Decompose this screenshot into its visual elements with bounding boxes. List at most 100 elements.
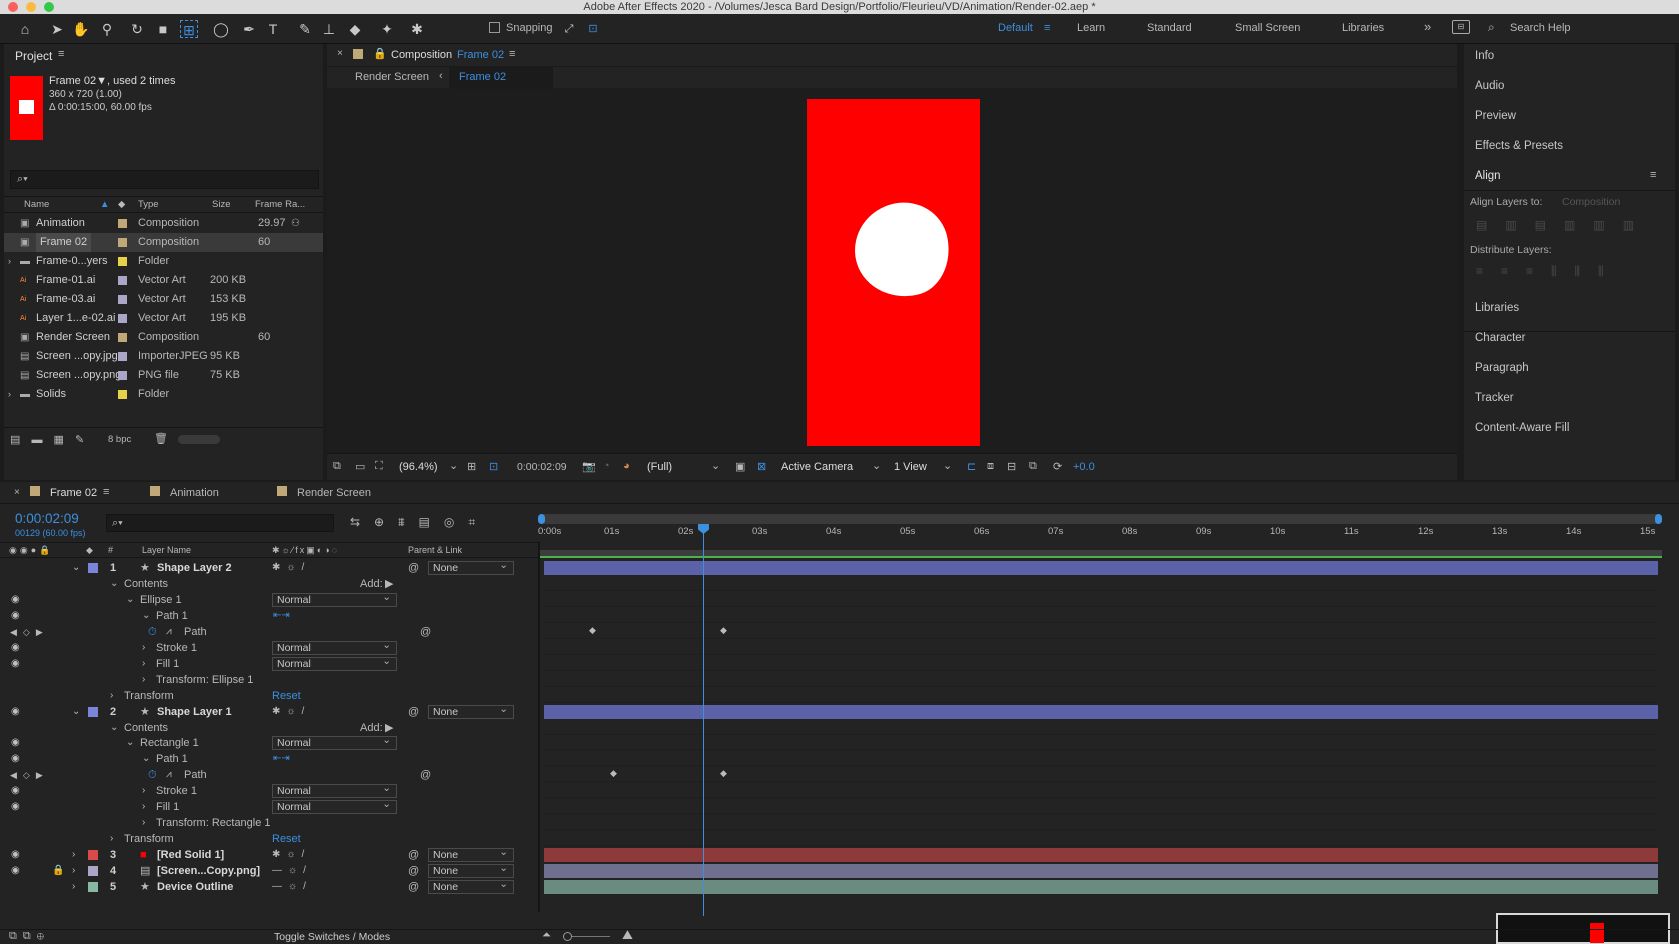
property-row[interactable]: ◉ ⌄ Path 1 ⇤⇥	[0, 751, 500, 767]
property-name[interactable]: Path 1	[156, 608, 188, 624]
pick-whip-icon[interactable]: @	[408, 863, 419, 879]
reset-exposure-icon[interactable]: ⟳	[1053, 460, 1062, 473]
layer-name[interactable]: Shape Layer 2	[157, 560, 232, 576]
project-row[interactable]: Ai Frame-01.ai Vector Art 200 KB	[4, 271, 323, 290]
property-row[interactable]: › Transform: Ellipse 1	[0, 672, 500, 688]
col-layer-name[interactable]: Layer Name	[142, 543, 191, 558]
property-row[interactable]: › Transform Reset	[0, 688, 500, 704]
add-icon[interactable]: ▶	[385, 720, 393, 736]
timeline-icon[interactable]: ⊟	[1007, 460, 1016, 473]
property-name[interactable]: Fill 1	[156, 656, 179, 672]
expand-chevron-icon[interactable]: ⌄	[126, 735, 134, 751]
timeline-search-input[interactable]: ⌕▾	[106, 514, 334, 532]
expand-chevron-icon[interactable]: ⌄	[142, 608, 150, 624]
visibility-eye-icon[interactable]: ◉	[11, 751, 20, 767]
property-name[interactable]: Transform	[124, 688, 174, 704]
pen-tool-icon[interactable]: ✒	[240, 20, 258, 38]
pick-whip-icon[interactable]: @	[408, 704, 419, 720]
workspace-menu-icon[interactable]: ≡	[1044, 22, 1050, 34]
breadcrumb-frame-02[interactable]: Frame 02	[459, 71, 506, 83]
project-item-name[interactable]: Screen ...opy.jpg	[36, 347, 118, 366]
parent-dropdown[interactable]: None	[428, 559, 514, 575]
property-name[interactable]: Fill 1	[156, 799, 179, 815]
add-icon[interactable]: ▶	[385, 576, 393, 592]
pick-whip-icon[interactable]: @	[420, 767, 431, 783]
property-row[interactable]: ◉ › Fill 1 Normal	[0, 655, 500, 672]
grid-icon[interactable]: ⊞	[467, 460, 476, 473]
label-color-swatch[interactable]	[118, 390, 127, 399]
visibility-eye-icon[interactable]: ◉	[11, 640, 20, 656]
chevron-down-icon[interactable]: ⌄	[943, 459, 952, 472]
label-col-icon[interactable]: ◆	[86, 543, 93, 558]
minimize-window-button[interactable]	[26, 2, 36, 12]
project-item-name[interactable]: Screen ...opy.png	[36, 366, 121, 385]
switches-icons[interactable]: ✱☼⁄fx▣◐◑◌	[272, 543, 339, 558]
more-workspaces-icon[interactable]: »	[1424, 19, 1431, 34]
visibility-eye-icon[interactable]: ◉	[11, 783, 20, 799]
keyframe-navigator-icon[interactable]: ◀◇▶	[10, 624, 49, 640]
label-color-swatch[interactable]	[88, 882, 98, 892]
snap-edges-icon[interactable]: ⤢	[560, 20, 578, 38]
property-row[interactable]: ◉ › Stroke 1 Normal	[0, 782, 500, 799]
workspace-libraries[interactable]: Libraries	[1342, 22, 1384, 34]
property-row[interactable]: ◉ › Fill 1 Normal	[0, 798, 500, 815]
av-features-icons[interactable]: ◉◉●🔒	[9, 543, 53, 558]
label-color-swatch[interactable]	[88, 866, 98, 877]
project-row[interactable]: ▣ Render Screen Composition 60	[4, 328, 323, 347]
property-row[interactable]: › Transform: Rectangle 1	[0, 815, 500, 831]
col-size[interactable]: Size	[212, 197, 230, 212]
project-row[interactable]: Ai Frame-03.ai Vector Art 153 KB	[4, 290, 323, 309]
project-item-name[interactable]: Layer 1...e-02.ai	[36, 309, 116, 328]
panel-libraries[interactable]: Libraries	[1475, 302, 1519, 314]
col-parent-link[interactable]: Parent & Link	[408, 543, 462, 558]
expand-chevron-icon[interactable]: ⌄	[110, 720, 118, 736]
reset-link[interactable]: Reset	[272, 688, 301, 704]
project-row[interactable]: ▤ Screen ...opy.png PNG file 75 KB	[4, 366, 323, 385]
breadcrumb-render-screen[interactable]: Render Screen	[355, 71, 429, 83]
project-footer-icons[interactable]: ▤ ▬ ▦ ✎	[10, 433, 84, 446]
expand-chevron-icon[interactable]: ›	[72, 847, 75, 863]
expand-chevron-icon[interactable]: ⌄	[142, 751, 150, 767]
label-color-swatch[interactable]	[118, 276, 127, 285]
project-item-name[interactable]: Solids	[36, 385, 66, 404]
blend-mode-dropdown[interactable]: Normal	[272, 655, 397, 671]
flowchart-icon[interactable]: ⧉	[1029, 460, 1037, 473]
zoom-dropdown[interactable]: (96.4%)	[399, 461, 438, 473]
panel-menu-icon[interactable]: ≡	[509, 48, 515, 60]
timeline-switch-icons[interactable]: ⇆⊕⩩▤◎⌗	[350, 515, 489, 530]
expand-chevron-icon[interactable]: ⌄	[110, 576, 118, 592]
toggle-transparency-icon[interactable]: ⊠	[757, 460, 766, 473]
project-row[interactable]: Ai Layer 1...e-02.ai Vector Art 195 KB	[4, 309, 323, 328]
timeline-tab-render-screen[interactable]: Render Screen	[297, 487, 371, 499]
graph-icon[interactable]: ⩘	[166, 624, 172, 640]
panel-info[interactable]: Info	[1475, 50, 1494, 62]
property-name[interactable]: Contents	[124, 576, 168, 592]
ellipse-tool-icon[interactable]: ◯	[212, 20, 230, 38]
keyframe-navigator-icon[interactable]: ◀◇▶	[10, 767, 49, 783]
transparency-grid-icon[interactable]: ⊡	[489, 460, 498, 473]
label-color-swatch[interactable]	[118, 238, 127, 247]
zoom-tool-icon[interactable]: ⚲	[98, 20, 116, 38]
expand-chevron-icon[interactable]: ›	[142, 656, 145, 672]
visibility-eye-icon[interactable]: ◉	[11, 608, 20, 624]
chevron-down-icon[interactable]: ⌄	[449, 459, 458, 472]
close-tab-icon[interactable]: ×	[337, 48, 343, 59]
panel-content-aware-fill[interactable]: Content-Aware Fill	[1475, 422, 1569, 434]
expand-chevron-icon[interactable]: ›	[142, 815, 145, 831]
panel-paragraph[interactable]: Paragraph	[1475, 362, 1529, 374]
white-ellipse-shape[interactable]	[846, 194, 958, 306]
label-color-swatch[interactable]	[118, 314, 127, 323]
lock-icon[interactable]: 🔒	[373, 47, 387, 60]
workspace-default[interactable]: Default	[998, 22, 1033, 34]
blend-mode-dropdown[interactable]: Normal	[272, 798, 397, 815]
property-row[interactable]: › Transform Reset	[0, 831, 500, 847]
workspace-small-screen[interactable]: Small Screen	[1235, 22, 1300, 34]
rotation-tool-icon[interactable]: ↻	[128, 20, 146, 38]
expand-chevron-icon[interactable]: ›	[8, 252, 11, 271]
pick-whip-icon[interactable]: @	[408, 847, 419, 863]
add-menu-button[interactable]: Add:	[360, 576, 383, 592]
panel-menu-icon[interactable]: ≡	[1650, 169, 1656, 181]
stopwatch-icon[interactable]: ⏱	[148, 767, 157, 783]
layer-row[interactable]: ◉ ⌄ 2 ★ Shape Layer 1 ✱☼/ @ None	[0, 703, 514, 720]
zoom-in-icon[interactable]: ⛰	[622, 927, 633, 943]
